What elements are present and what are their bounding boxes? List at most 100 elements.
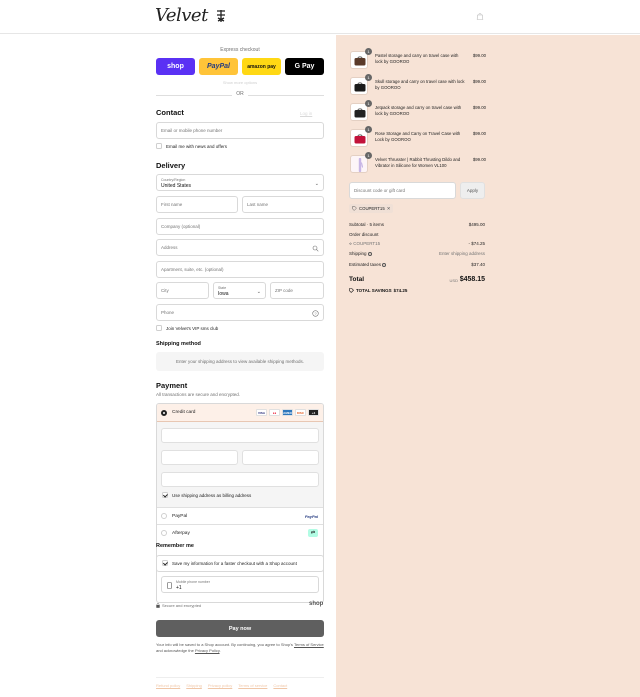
card-number-field[interactable]	[161, 428, 319, 443]
sms-club-checkbox-row[interactable]: Join Velvet's VIP sms club	[156, 325, 218, 331]
last-name-field[interactable]: Last name	[242, 196, 324, 213]
cart-item: 1 Rose Storage and Carry on Travel Case …	[350, 126, 486, 149]
chevron-down-icon: ⌄	[314, 181, 319, 187]
footer-link-privacy[interactable]: Privacy policy	[208, 683, 232, 688]
email-field[interactable]: Email or mobile phone number	[156, 122, 324, 139]
savings-value: $74.25	[393, 288, 408, 293]
quantity-badge: 1	[365, 48, 372, 55]
mobile-phone-value: +1	[176, 584, 182, 591]
pay-now-button[interactable]: Pay now	[156, 620, 324, 637]
payment-option-afterpay[interactable]: Afterpay ⇄	[157, 524, 323, 541]
paypal-radio[interactable]	[161, 513, 167, 519]
info-icon[interactable]	[367, 251, 372, 256]
afterpay-option-label: Afterpay	[172, 530, 190, 536]
help-circle-icon[interactable]: ?	[312, 310, 319, 317]
chevron-down-icon: ⌄	[256, 289, 261, 295]
address-placeholder: Address	[161, 245, 178, 250]
afterpay-radio[interactable]	[161, 530, 167, 536]
card-cvv-field[interactable]	[242, 450, 319, 465]
contact-heading: Contact	[156, 108, 184, 117]
legal-text-2: and acknowledge the	[156, 648, 194, 653]
footer-link-terms[interactable]: Terms of service	[238, 683, 267, 688]
state-value: Iowa	[218, 290, 229, 297]
google-pay-button[interactable]: G Pay	[285, 58, 324, 75]
tag-icon	[349, 288, 354, 293]
order-discount-value: - $74.25	[468, 241, 485, 246]
privacy-policy-link[interactable]: Privacy Policy	[195, 648, 220, 653]
payment-option-paypal[interactable]: PayPal PayPal	[157, 507, 323, 524]
item-price: $99.00	[472, 105, 486, 110]
apartment-field[interactable]: Apartment, suite, etc. (optional)	[156, 261, 324, 278]
news-offers-checkbox-row[interactable]: Email me with news and offers	[156, 143, 227, 149]
info-icon[interactable]	[382, 262, 387, 267]
total-label: Total	[349, 276, 365, 283]
zip-field[interactable]: ZIP code	[270, 282, 324, 299]
discount-code-input[interactable]: Discount code or gift card	[349, 182, 456, 199]
address-field[interactable]: Address	[156, 239, 324, 256]
cart-bag-icon[interactable]	[476, 12, 484, 20]
amazon-pay-button[interactable]: amazon pay	[242, 58, 281, 75]
news-offers-checkbox[interactable]	[156, 143, 162, 149]
travel-case-icon	[354, 108, 366, 118]
terms-of-service-link[interactable]: Terms of Service	[294, 642, 324, 647]
payment-option-credit-card[interactable]: Credit card VISA ●● AMEX DISC +4	[157, 404, 323, 422]
item-name: Velvet Thrusster | Rabbit Thrusting Dild…	[375, 157, 461, 168]
secure-text: Secure and encrypted	[162, 603, 202, 608]
billing-address-checkbox[interactable]	[162, 492, 168, 498]
order-discount-row: Order discount	[349, 232, 485, 237]
divider-line-right	[248, 95, 324, 96]
savings-label: TOTAL SAVINGS	[356, 288, 392, 293]
card-name-field[interactable]	[161, 472, 319, 487]
remove-discount-icon[interactable]: ✕	[387, 206, 391, 212]
country-select[interactable]: Country/Region United States ⌄	[156, 174, 324, 191]
company-field[interactable]: Company (optional)	[156, 218, 324, 235]
order-discount-label: Order discount	[349, 232, 379, 237]
login-link[interactable]: Log in	[300, 111, 312, 116]
remember-me-box: Save my information for a faster checkou…	[156, 555, 324, 603]
order-discount-code: ⟡ COUPERT15	[349, 241, 381, 246]
taxes-label: Estimated taxes	[349, 262, 382, 267]
sms-club-checkbox[interactable]	[156, 325, 162, 331]
delivery-heading: Delivery	[156, 161, 186, 170]
city-field[interactable]: City	[156, 282, 209, 299]
card-expiry-field[interactable]	[161, 450, 238, 465]
first-name-field[interactable]: First name	[156, 196, 238, 213]
paypal-button[interactable]: PayPal	[199, 58, 238, 75]
paypal-logo-icon: PayPal	[304, 513, 318, 519]
show-more-options-link[interactable]: Show more options	[156, 80, 324, 85]
cart-item: 1 Pastel storage and carry on travel cas…	[350, 48, 486, 71]
cart-item: 1 Jetpack storage and carry on travel ca…	[350, 100, 486, 123]
item-name: Jetpack storage and carry on travel case…	[375, 105, 462, 116]
billing-address-checkbox-row[interactable]: Use shipping address as billing address	[162, 492, 251, 498]
travel-case-icon	[354, 56, 366, 66]
footer-link-refund[interactable]: Refund policy	[156, 683, 180, 688]
subtotal-row: Subtotal · 5 items $495.00	[349, 222, 485, 227]
paypal-label: PayPal	[207, 63, 230, 70]
item-name: Pastel storage and carry on travel case …	[375, 53, 459, 64]
apply-discount-button[interactable]: Apply	[460, 182, 485, 199]
paypal-option-label: PayPal	[172, 513, 188, 519]
store-logo[interactable]: Velvet	[155, 5, 227, 26]
tag-icon	[352, 206, 357, 211]
footer-link-contact[interactable]: Contact	[273, 683, 287, 688]
shop-pay-button[interactable]: shop	[156, 58, 195, 75]
credit-card-radio[interactable]	[161, 409, 167, 416]
credit-card-label: Credit card	[172, 410, 196, 415]
total-row: Total USD $458.15	[349, 276, 485, 283]
currency-code: USD	[449, 278, 458, 283]
save-info-checkbox-row[interactable]: Save my information for a faster checkou…	[162, 560, 297, 566]
shipping-method-heading: Shipping method	[156, 341, 201, 347]
phone-field[interactable]: Phone ?	[156, 304, 324, 321]
mobile-phone-field[interactable]: Mobile phone number +1	[161, 576, 319, 593]
subtotal-label: Subtotal · 5 items	[349, 222, 385, 227]
item-name: Rose Storage and Carry on Travel Case wi…	[375, 131, 461, 142]
discover-icon: DISC	[295, 409, 306, 416]
state-select[interactable]: State Iowa ⌄	[213, 282, 266, 299]
mobile-phone-icon	[167, 582, 172, 589]
visa-icon: VISA	[256, 409, 267, 416]
save-info-checkbox[interactable]	[162, 560, 168, 566]
shipping-row: Shipping Enter shipping address	[349, 251, 485, 256]
order-discount-detail-row: ⟡ COUPERT15 - $74.25	[349, 241, 485, 246]
amex-icon: AMEX	[282, 409, 293, 416]
footer-link-shipping[interactable]: Shipping	[186, 683, 202, 688]
